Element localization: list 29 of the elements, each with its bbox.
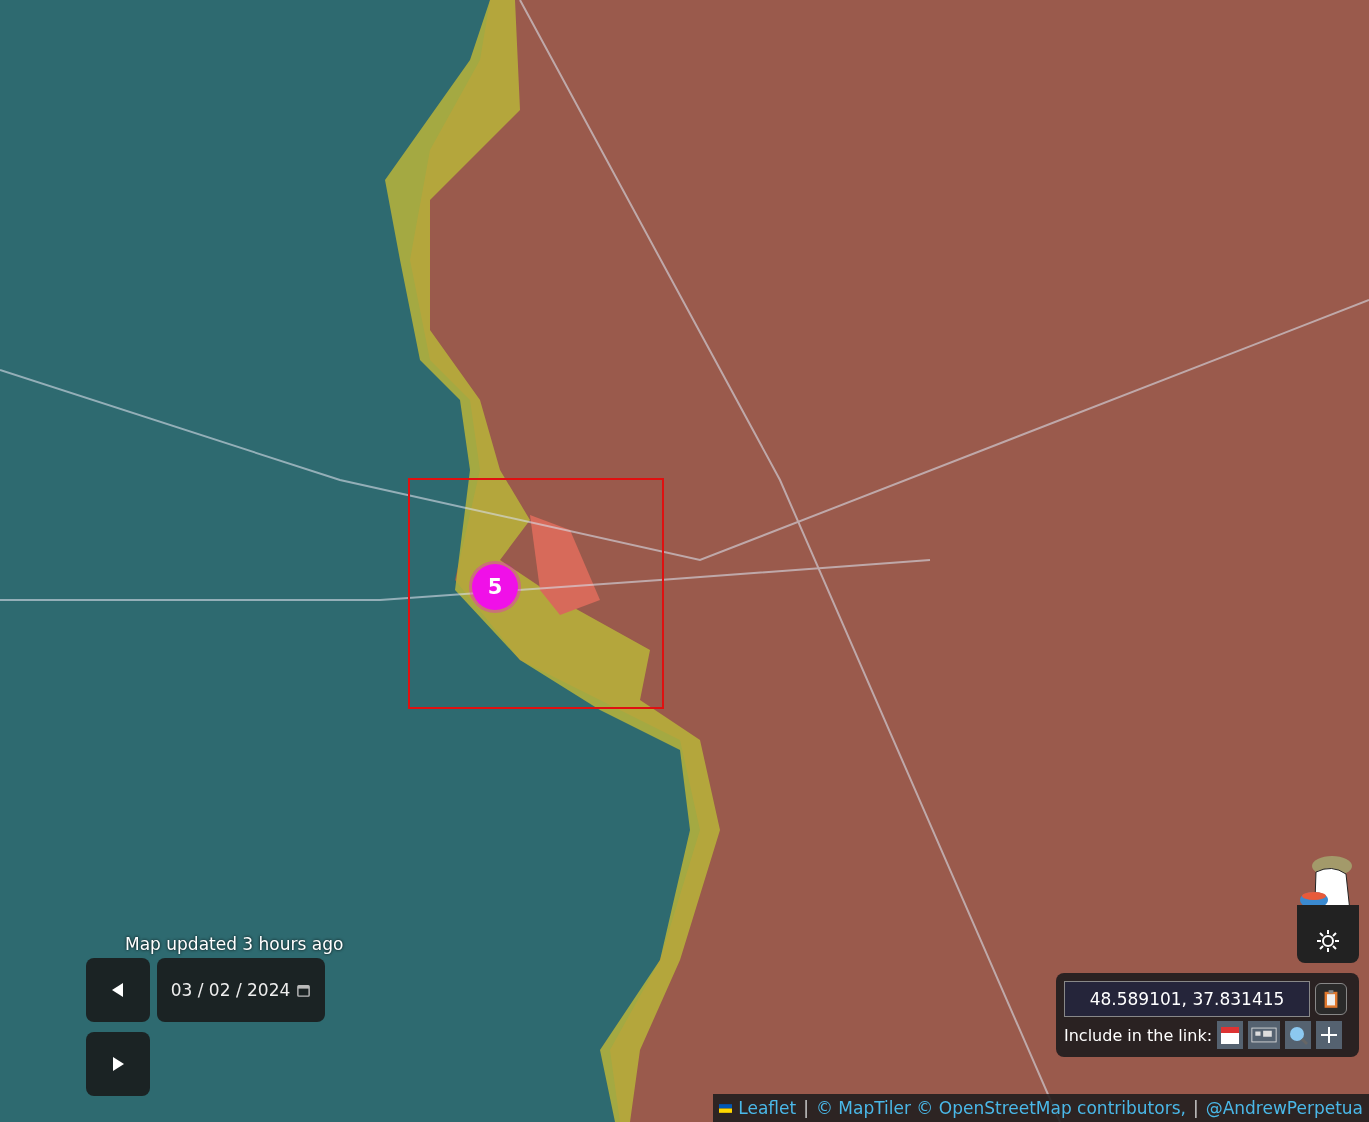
world-map-icon: [1251, 1025, 1278, 1045]
include-label: Include in the link:: [1064, 1025, 1213, 1045]
clipboard-icon: [1323, 989, 1339, 1009]
separator: |: [1192, 1098, 1199, 1118]
calendar-icon[interactable]: [296, 982, 312, 998]
right-triangle-icon: [110, 1056, 126, 1072]
copy-button[interactable]: [1315, 983, 1347, 1015]
crosshair-icon: [1319, 1025, 1340, 1045]
date-field[interactable]: 03 / 02 / 2024: [157, 958, 325, 1022]
zoom-toggle[interactable]: [1285, 1021, 1312, 1049]
separator: |: [803, 1098, 809, 1118]
left-triangle-icon: [110, 982, 126, 998]
map-toggle[interactable]: [1248, 1021, 1281, 1049]
position-toggle[interactable]: [1316, 1021, 1343, 1049]
magnifier-icon: [1288, 1025, 1309, 1045]
date-value: 03 / 02 / 2024: [170, 980, 291, 1000]
attribution-link[interactable]: © MapTiler © OpenStreetMap contributors,: [815, 1098, 1186, 1118]
next-day-button[interactable]: [86, 1032, 150, 1096]
update-status-text: Map updated 3 hours ago: [125, 934, 344, 954]
satellite-map-drawing[interactable]: [0, 0, 1369, 1122]
coordinates-field[interactable]: 48.589101, 37.831415: [1064, 981, 1310, 1017]
attribution-link[interactable]: @AndrewPerpetua: [1205, 1098, 1363, 1118]
previous-day-button[interactable]: [86, 958, 150, 1022]
date-toggle[interactable]: [1217, 1021, 1244, 1049]
settings-icon: [1316, 929, 1340, 953]
calendar-icon: [1220, 1025, 1241, 1045]
ukraine-flag-icon: [719, 1103, 733, 1113]
settings-button[interactable]: [1297, 905, 1359, 963]
attribution-link[interactable]: Leaflet: [738, 1098, 797, 1118]
